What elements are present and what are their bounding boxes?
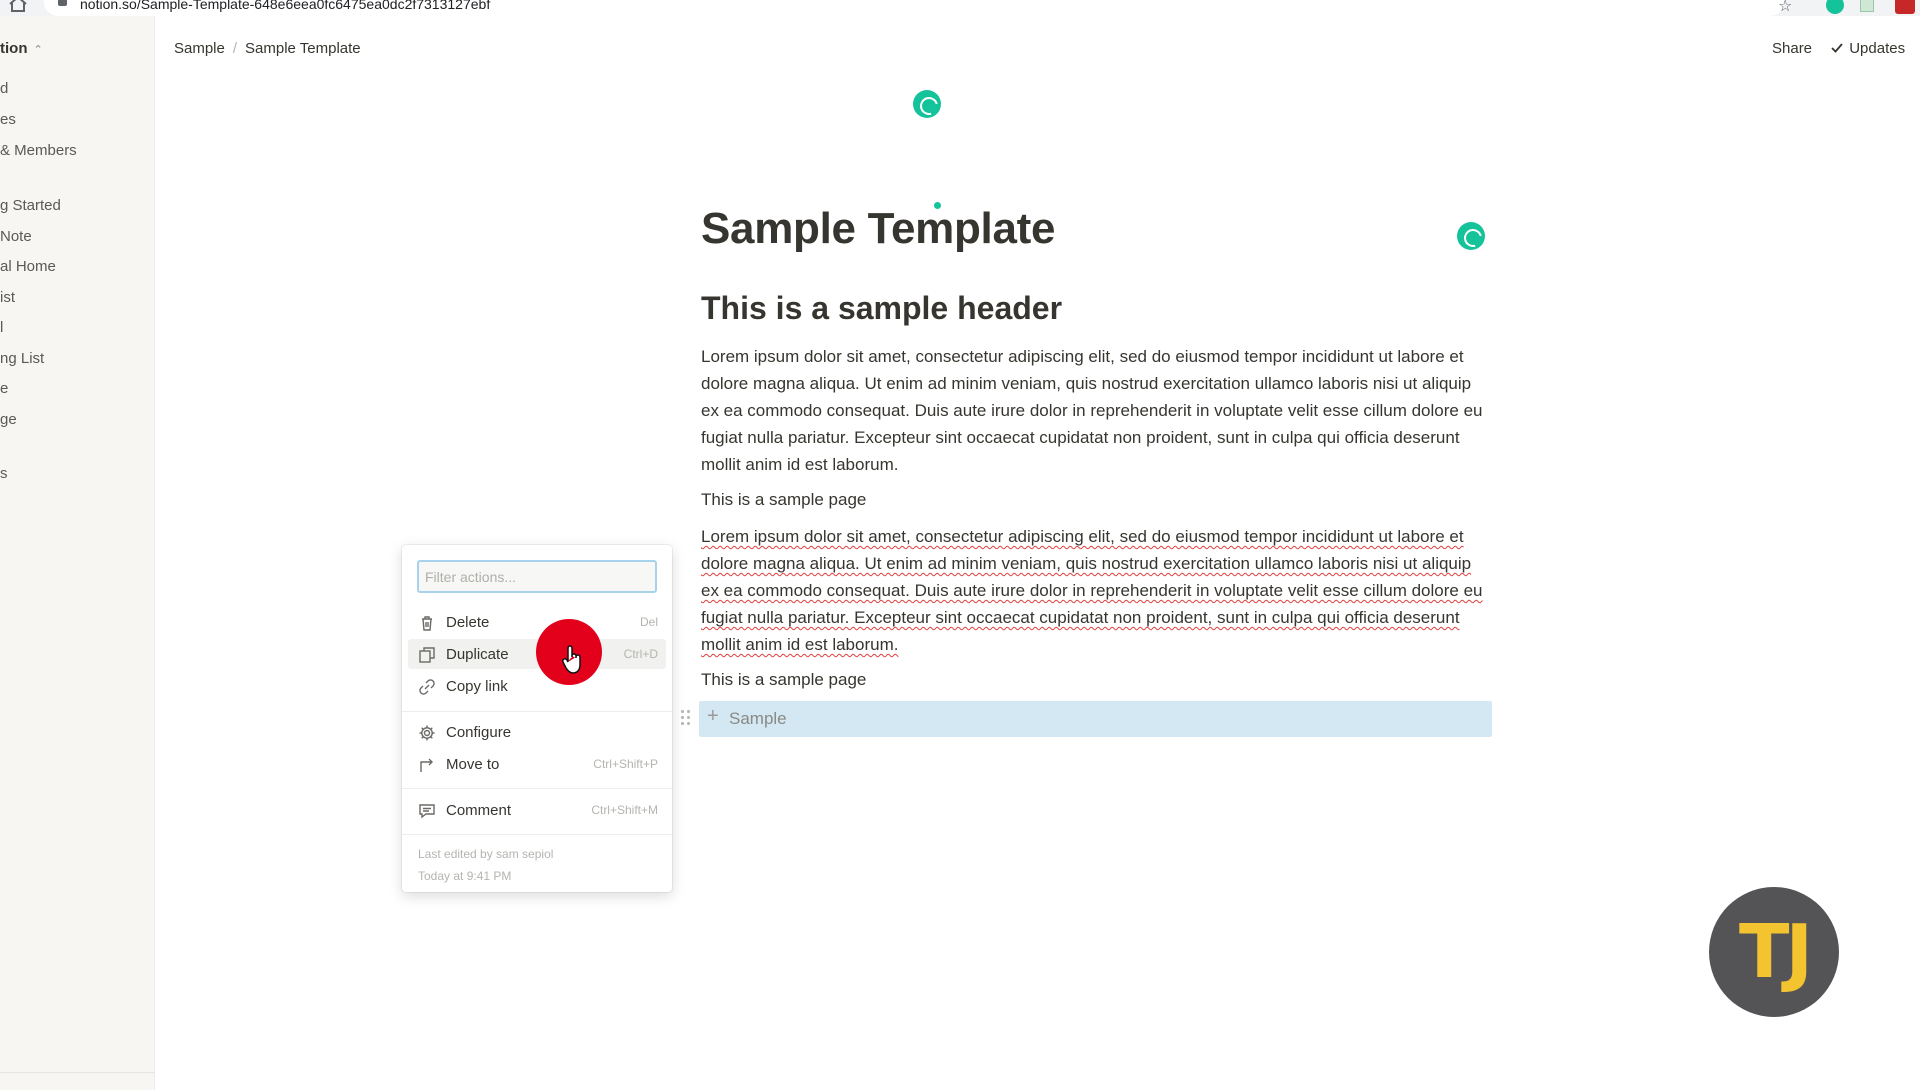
menu-item-comment[interactable]: Comment Ctrl+Shift+M bbox=[408, 795, 666, 825]
sidebar-item-settings-members[interactable]: & Members bbox=[0, 142, 77, 159]
sidebar-item-page[interactable]: e bbox=[0, 380, 8, 397]
check-icon bbox=[1831, 43, 1843, 53]
last-edited-time: Today at 9:41 PM bbox=[418, 869, 512, 883]
menu-item-move-to[interactable]: Move to Ctrl+Shift+P bbox=[408, 749, 666, 779]
block-actions-menu: Delete Del Duplicate Ctrl+D Copy link Co… bbox=[402, 545, 672, 892]
paragraph-text: Lorem ipsum dolor sit amet, consectetur … bbox=[701, 527, 1483, 654]
menu-item-label: Copy link bbox=[446, 678, 508, 695]
filter-actions-input[interactable] bbox=[417, 560, 657, 593]
workspace-name: tion bbox=[0, 40, 28, 57]
lock-icon bbox=[58, 0, 67, 6]
menu-item-shortcut: Del bbox=[639, 615, 658, 629]
menu-item-label: Move to bbox=[446, 756, 500, 773]
menu-item-label: Comment bbox=[446, 802, 512, 819]
breadcrumb-separator: / bbox=[232, 40, 238, 57]
browser-address-bar: notion.so/Sample-Template-648e6eea0fc647… bbox=[0, 0, 1920, 16]
sidebar-divider bbox=[0, 1072, 155, 1073]
tj-logo-text: TJ bbox=[1738, 909, 1813, 995]
breadcrumb: Sample / Sample Template bbox=[174, 40, 361, 57]
sidebar-item-reading-list[interactable]: ng List bbox=[0, 350, 44, 367]
breadcrumb-item-sample-template[interactable]: Sample Template bbox=[245, 40, 361, 57]
hand-cursor-icon bbox=[562, 645, 581, 674]
sidebar-item-journal[interactable]: l bbox=[0, 319, 3, 336]
sidebar-item-getting-started[interactable]: g Started bbox=[0, 197, 61, 214]
grammarly-icon[interactable] bbox=[913, 90, 941, 118]
sidebar-item-quick-note[interactable]: Note bbox=[0, 228, 32, 245]
menu-item-copy-link[interactable]: Copy link bbox=[408, 671, 666, 701]
workspace-switcher[interactable]: tion ⌃ bbox=[0, 40, 43, 57]
menu-item-label: Configure bbox=[446, 724, 512, 741]
sidebar-item-task-list[interactable]: ist bbox=[0, 289, 15, 306]
link-icon bbox=[419, 679, 435, 695]
bookmark-star-icon[interactable]: ☆ bbox=[1778, 0, 1792, 16]
move-arrow-icon bbox=[420, 758, 433, 772]
menu-item-delete[interactable]: Delete Del bbox=[408, 607, 666, 637]
menu-item-shortcut: Ctrl+D bbox=[623, 647, 658, 661]
switch-icon: ⌃ bbox=[33, 44, 43, 56]
breadcrumb-item-sample[interactable]: Sample bbox=[174, 40, 225, 57]
menu-item-shortcut: Ctrl+Shift+M bbox=[591, 803, 658, 817]
page-link[interactable]: This is a sample page bbox=[701, 490, 866, 510]
trash-icon bbox=[422, 616, 432, 631]
menu-divider bbox=[402, 711, 672, 712]
menu-item-configure[interactable]: Configure bbox=[408, 717, 666, 747]
sidebar: tion ⌃ d es & Members g Started Note al H… bbox=[0, 16, 155, 1090]
page-link[interactable]: This is a sample page bbox=[701, 670, 866, 690]
page-title[interactable]: Sample Template bbox=[701, 204, 1055, 254]
menu-divider bbox=[402, 834, 672, 835]
gear-icon bbox=[419, 725, 435, 741]
paragraph-block-spellcheck[interactable]: Lorem ipsum dolor sit amet, consectetur … bbox=[701, 523, 1491, 658]
plus-icon: + bbox=[707, 705, 719, 727]
drag-handle-icon[interactable] bbox=[680, 708, 692, 728]
comment-icon bbox=[419, 804, 435, 819]
sidebar-item-templates[interactable]: s bbox=[0, 465, 8, 482]
top-actions: Share Updates bbox=[1772, 40, 1905, 57]
sidebar-item-quick-find[interactable]: d bbox=[0, 80, 8, 97]
page-header[interactable]: This is a sample header bbox=[701, 290, 1062, 327]
grammarly-icon[interactable] bbox=[1457, 222, 1485, 250]
updates-button[interactable]: Updates bbox=[1830, 40, 1905, 57]
share-button[interactable]: Share bbox=[1772, 40, 1812, 57]
menu-item-label: Delete bbox=[446, 614, 490, 631]
sheets-extension-icon[interactable] bbox=[1860, 0, 1874, 12]
selected-block[interactable]: + Sample bbox=[699, 701, 1492, 737]
last-edited-by: Last edited by sam sepiol bbox=[418, 847, 554, 861]
url-text[interactable]: notion.so/Sample-Template-648e6eea0fc647… bbox=[80, 0, 490, 12]
sidebar-item-updates[interactable]: es bbox=[0, 111, 16, 128]
sidebar-item-page-2[interactable]: ge bbox=[0, 411, 17, 428]
block-label: Sample bbox=[729, 709, 787, 728]
grammarly-extension-icon[interactable] bbox=[1826, 0, 1844, 14]
last-edited-info: Last edited by sam sepiol Today at 9:41 … bbox=[418, 843, 553, 887]
home-icon[interactable] bbox=[8, 0, 28, 12]
sidebar-item-personal-home[interactable]: al Home bbox=[0, 258, 56, 275]
duplicate-icon bbox=[419, 647, 435, 663]
updates-label: Updates bbox=[1849, 40, 1906, 57]
paragraph-block[interactable]: Lorem ipsum dolor sit amet, consectetur … bbox=[701, 343, 1491, 478]
paragraph-text: Lorem ipsum dolor sit amet, consectetur … bbox=[701, 347, 1483, 474]
menu-divider bbox=[402, 788, 672, 789]
extension-icon[interactable] bbox=[1895, 0, 1915, 14]
tj-logo: TJ bbox=[1709, 887, 1839, 1017]
menu-item-shortcut: Ctrl+Shift+P bbox=[593, 757, 658, 771]
menu-item-label: Duplicate bbox=[446, 646, 509, 663]
